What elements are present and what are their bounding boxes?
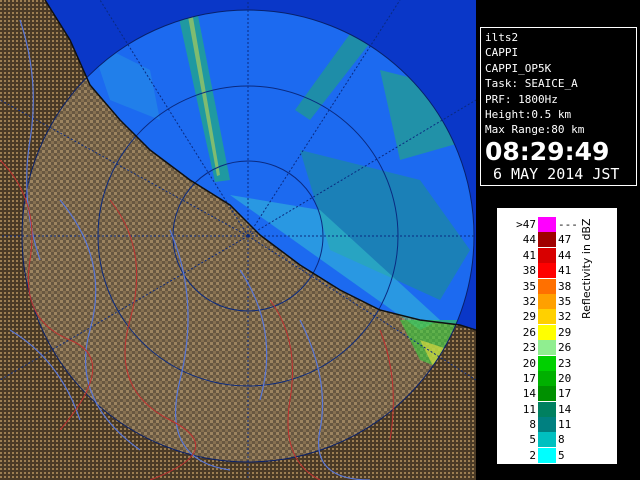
legend-upper-bound: 26	[558, 341, 572, 355]
legend-row: 23 26	[512, 340, 598, 356]
radar-map[interactable]	[0, 0, 476, 480]
legend-lower-bound: 17	[522, 371, 536, 385]
legend-color-swatch	[538, 247, 556, 263]
legend-lower-bound: 8	[529, 418, 536, 432]
legend-row: 8 11	[512, 417, 598, 433]
observation-date: 6 MAY 2014 JST	[493, 164, 620, 183]
legend-lower-bound: 38	[522, 264, 536, 278]
legend-row: 58	[512, 432, 598, 448]
legend-lower-bound: 35	[522, 279, 536, 293]
product-type: CAPPI	[485, 46, 519, 60]
legend-row: 11 14	[512, 401, 598, 417]
legend-upper-bound: 17	[558, 387, 572, 401]
legend-upper-bound: 29	[558, 325, 572, 339]
prf-label: PRF: 1800Hz	[485, 92, 558, 106]
legend-color-swatch	[538, 263, 556, 279]
legend-lower-bound: 23	[522, 341, 536, 355]
legend-color-swatch	[538, 232, 556, 248]
legend-lower-bound: 41	[522, 248, 536, 262]
legend-upper-bound: 14	[558, 402, 572, 416]
observation-time: 08:29:49	[485, 136, 610, 166]
height-label: Height:0.5 km	[485, 108, 572, 122]
legend-upper-bound: 20	[558, 371, 572, 385]
legend-color-swatch	[538, 370, 556, 386]
legend-row: 25	[512, 447, 598, 463]
radar-display: ilts2 CAPPI CAPPI_OP5K Task: SEAICE_A PR…	[0, 0, 640, 480]
info-panel: ilts2 CAPPI CAPPI_OP5K Task: SEAICE_A PR…	[480, 27, 637, 186]
legend-lower-bound: 26	[522, 325, 536, 339]
legend-lower-bound: 14	[522, 387, 536, 401]
legend-color-swatch	[538, 432, 556, 448]
legend-row: 20 23	[512, 355, 598, 371]
task-label: Task: SEAICE_A	[485, 77, 578, 91]
legend-upper-bound: 8	[558, 433, 565, 447]
legend-lower-bound: 5	[529, 433, 536, 447]
legend-lower-bound: 20	[522, 356, 536, 370]
station-name: ilts2	[485, 31, 519, 44]
legend-color-swatch	[538, 401, 556, 417]
legend-color-swatch	[538, 309, 556, 325]
legend-lower-bound: 29	[522, 310, 536, 324]
legend-lower-bound: 2	[529, 448, 536, 462]
legend-color-swatch	[538, 340, 556, 356]
legend-color-swatch	[538, 386, 556, 402]
legend-lower-bound: >47	[516, 218, 536, 231]
legend-color-swatch	[538, 417, 556, 433]
legend-color-swatch	[538, 293, 556, 309]
legend-upper-bound: 5	[558, 448, 565, 462]
legend-unit-label: Reflectivity in dBZ	[580, 218, 593, 319]
legend-lower-bound: 44	[522, 233, 536, 247]
legend-row: 26 29	[512, 324, 598, 340]
legend-color-swatch	[538, 447, 556, 463]
radar-map-canvas	[0, 0, 476, 480]
reflectivity-legend: >47 --- 44 47 41 44 38 41 35 38 32 35 29 32 26 29 23 26 20…	[497, 208, 617, 464]
legend-lower-bound: 11	[522, 402, 536, 416]
legend-row: 17 20	[512, 370, 598, 386]
legend-upper-bound: 11	[558, 418, 572, 432]
legend-color-swatch	[538, 355, 556, 371]
max-range-label: Max Range:80 km	[485, 123, 585, 137]
legend-color-swatch	[538, 217, 556, 232]
legend-lower-bound: 32	[522, 294, 536, 308]
legend-color-swatch	[538, 324, 556, 340]
legend-row: 14 17	[512, 386, 598, 402]
legend-color-swatch	[538, 278, 556, 294]
legend-upper-bound: 23	[558, 356, 572, 370]
product-code: CAPPI_OP5K	[485, 61, 552, 75]
